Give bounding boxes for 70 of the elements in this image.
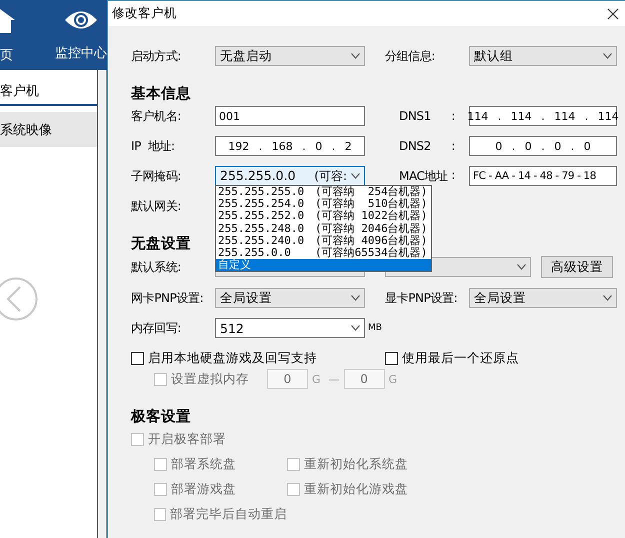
sidebar-item[interactable]: 系统映像 [0,112,97,147]
colon-label: : [451,139,455,153]
unit-label: MB [368,323,382,333]
nav-label[interactable]: 监控中心 [55,44,107,62]
field-label: 显卡PNP设置: [385,290,458,306]
colon-label: : [451,109,455,123]
home-icon[interactable] [0,9,15,33]
caret-icon [351,325,360,331]
caret-icon [603,295,612,301]
field-label: 网卡PNP设置: [131,290,204,306]
caret-icon [351,53,360,59]
field-label: IP 地址: [131,138,176,154]
nav-label[interactable]: 页 [0,46,13,64]
dropdown-option[interactable]: 255.255.240.0 (可容纳 4096台机器) [216,234,431,247]
caret-icon [603,53,612,59]
section-heading: 极客设置 [131,407,191,426]
checkbox-label: 部署游戏盘 [171,480,236,498]
checkbox-label: 重新初始化系统盘 [304,456,408,472]
section-heading: 无盘设置 [131,234,191,253]
number-field[interactable]: 0 [267,369,308,389]
unit-label: G [312,372,321,386]
dropdown-option[interactable]: 自定义 [216,259,431,272]
ip-address-field[interactable]: 192 . 168 . 0 . 2 [215,136,365,156]
dropdown[interactable]: 默认组 [469,46,617,66]
field-label: 客户机名: [131,108,182,124]
eye-icon[interactable] [64,9,98,31]
checkbox-label: 启用本地硬盘游戏及回写支持 [148,350,317,366]
text-field[interactable]: 001 [215,106,365,126]
field-label: 子网掩码: [131,168,182,184]
dropdown[interactable]: 全局设置 [215,288,365,308]
dropdown-option[interactable]: 255.255.254.0 (可容纳 510台机器) [216,198,431,210]
dropdown[interactable]: 512 [215,318,365,338]
dropdown-option[interactable]: 255.255.0.0 (可容纳65534台机器) [216,246,431,260]
field-label: 内存回写: [131,320,182,336]
field-label: 分组信息: [385,48,436,64]
advanced-settings-button[interactable]: 高级设置 [541,256,613,278]
checkbox[interactable] [385,352,398,364]
caret-icon [351,295,360,301]
dropdown[interactable]: 255.255.0.0 (可容: [215,166,365,186]
checkbox-label: 重新初始化游戏盘 [304,480,408,498]
field-label: MAC地址 [399,168,448,184]
dropdown-option[interactable]: 255.255.252.0 (可容纳 1022台机器) [216,210,431,223]
field-label: 默认网关: [131,198,182,214]
number-field[interactable]: 0 [344,369,385,389]
field-label: 启动方式: [131,48,182,64]
checkbox[interactable] [131,352,144,364]
checkbox-label: 设置虚拟内存 [171,370,249,388]
back-icon[interactable] [0,277,38,321]
dropdown-option[interactable]: 255.255.255.0 (可容纳 254台机器) [216,186,431,198]
field-label: DNS1 [399,109,431,123]
caret-icon [517,264,526,270]
close-icon[interactable] [607,8,619,20]
window-title: 修改客户机 [112,5,177,22]
text-field[interactable]: FC - AA - 14 - 48 - 79 - 18 [469,166,617,186]
checkbox-label: 使用最后一个还原点 [402,350,519,366]
ip-address-field[interactable]: 114 . 114 . 114 . 114 [469,106,617,126]
colon-label: : [451,168,455,184]
dropdown[interactable]: 全局设置 [469,288,617,308]
dropdown[interactable]: 无盘启动 [215,46,365,66]
checkbox-label: 开启极客部署 [148,430,226,448]
field-label: 默认系统: [131,258,182,276]
dropdown-option[interactable]: 255.255.248.0 (可容纳 2046台机器) [216,222,431,235]
ip-address-field[interactable]: 0 . 0 . 0 . 0 [469,136,617,156]
field-label: DNS2 [399,139,431,153]
checkbox-label: 部署完毕后自动重启 [170,506,287,522]
checkbox-label: 部署系统盘 [171,456,236,472]
separator-label: — [328,372,340,386]
unit-label: G [388,372,398,386]
caret-icon [351,173,360,179]
section-heading: 基本信息 [131,84,191,103]
